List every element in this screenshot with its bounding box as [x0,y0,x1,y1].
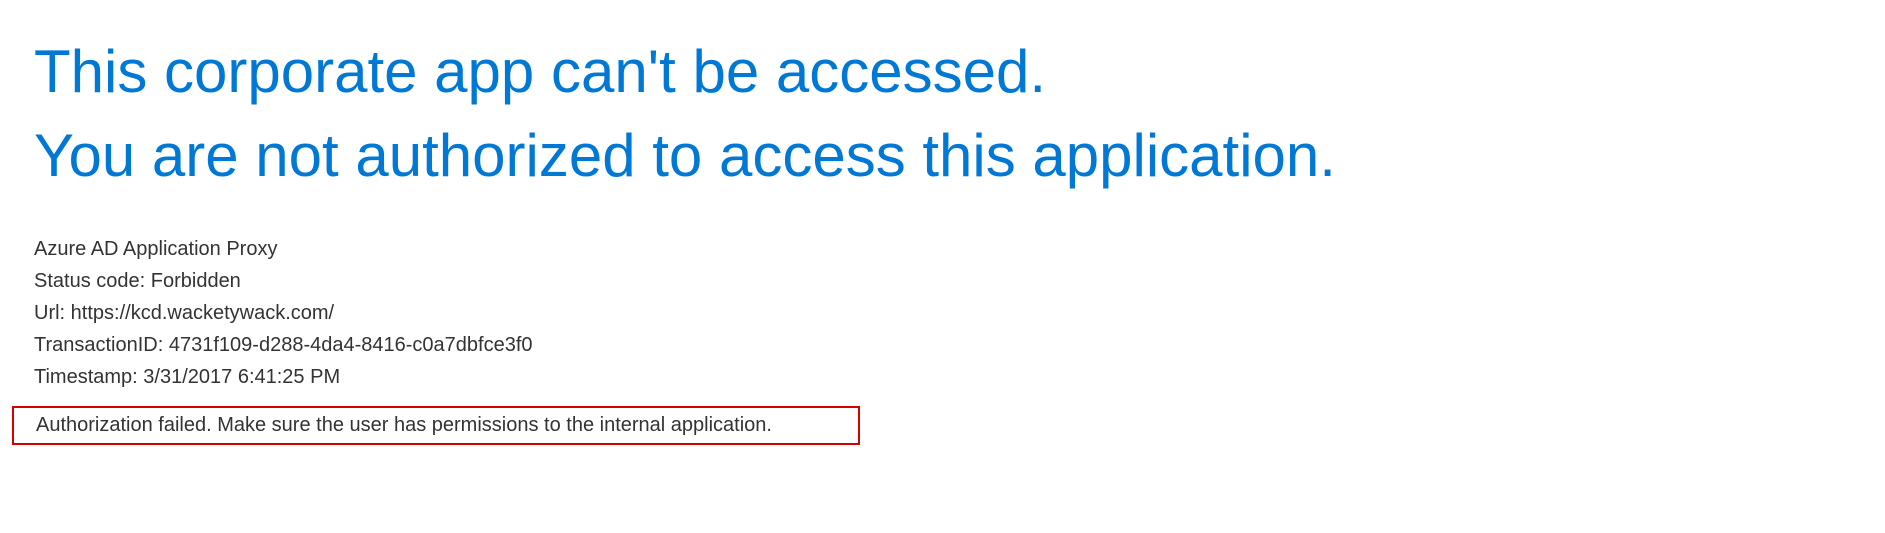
status-code-label: Status code: [34,270,145,292]
status-code-line: Status code: Forbidden [34,266,1851,296]
timestamp-line: Timestamp: 3/31/2017 6:41:25 PM [34,362,1851,392]
url-value: https://kcd.wacketywack.com/ [71,302,334,324]
status-code-value: Forbidden [151,270,241,292]
error-message-text: Authorization failed. Make sure the user… [14,414,828,437]
timestamp-value: 3/31/2017 6:41:25 PM [143,366,340,388]
transaction-id-value: 4731f109-d288-4da4-8416-c0a7dbfce3f0 [169,334,533,356]
error-message-highlight: Authorization failed. Make sure the user… [12,406,860,445]
service-name: Azure AD Application Proxy [34,234,1851,264]
heading-line-2: You are not authorized to access this ap… [34,114,1851,198]
url-label: Url: [34,302,65,324]
error-details: Azure AD Application Proxy Status code: … [34,234,1851,392]
error-heading: This corporate app can't be accessed. Yo… [34,30,1851,198]
heading-line-1: This corporate app can't be accessed. [34,30,1851,114]
transaction-id-label: TransactionID: [34,334,163,356]
transaction-id-line: TransactionID: 4731f109-d288-4da4-8416-c… [34,330,1851,360]
url-line: Url: https://kcd.wacketywack.com/ [34,298,1851,328]
timestamp-label: Timestamp: [34,366,138,388]
